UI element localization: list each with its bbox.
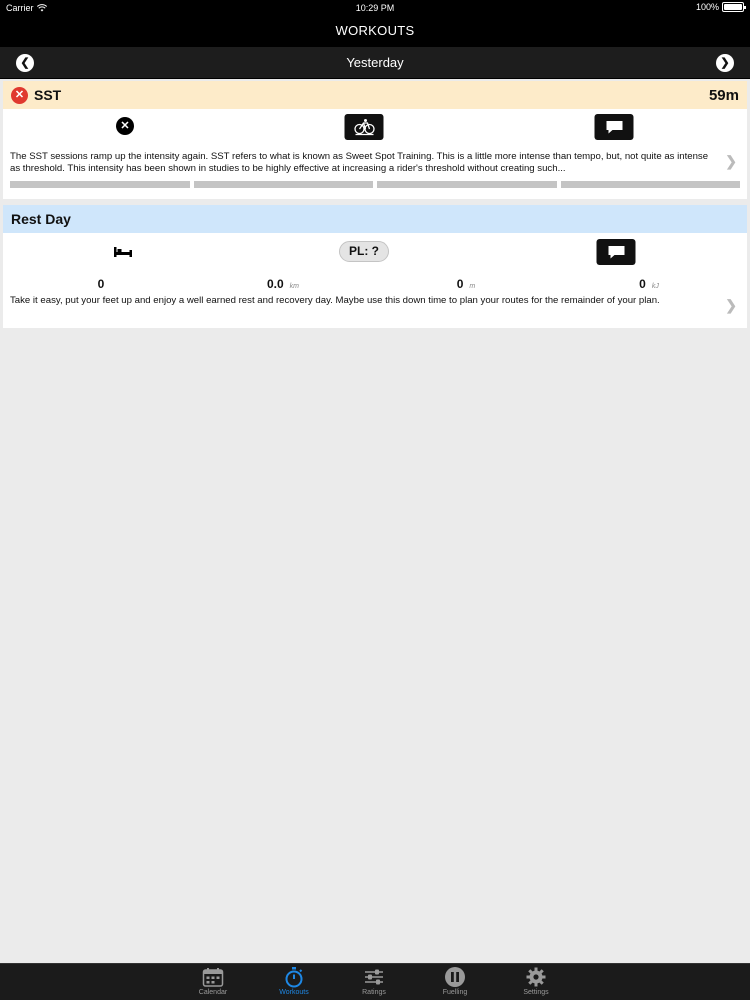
metric-value: 0 (97, 277, 105, 291)
intensity-zone-bars (10, 181, 740, 188)
pause-circle-icon (445, 967, 465, 987)
tab-settings[interactable]: Settings (506, 966, 566, 996)
workout-title: Rest Day (11, 211, 71, 227)
workout-card-sst[interactable]: ✕ SST 59m ✕ The SST sessions ramp up the… (3, 81, 747, 199)
calendar-icon (202, 968, 224, 987)
tab-label: Fuelling (442, 989, 468, 996)
page-title: WORKOUTS (0, 15, 750, 47)
battery-icon (722, 2, 746, 12)
gear-icon (526, 967, 546, 987)
day-label: Yesterday (346, 55, 404, 70)
bike-icon (344, 114, 384, 140)
workout-icon-row: PL: ? (3, 233, 747, 273)
tab-workouts[interactable]: Workouts (264, 966, 324, 996)
workout-comment-button[interactable] (596, 239, 636, 265)
workout-header: ✕ SST 59m (3, 81, 747, 109)
metric-energy: 0 kJ (639, 277, 659, 291)
metric-value: 0 (639, 277, 646, 291)
metric-elevation: 0m (457, 277, 476, 291)
tab-calendar[interactable]: Calendar (183, 966, 243, 996)
stopwatch-icon (285, 967, 303, 988)
zone-bar (377, 181, 557, 188)
tab-label: Calendar (198, 989, 228, 996)
workout-status-button[interactable]: ✕ (116, 117, 134, 135)
workout-description: Take it easy, put your feet up and enjoy… (10, 295, 660, 306)
missed-status-icon: ✕ (11, 86, 28, 104)
day-navigation: ❮ Yesterday ❯ (0, 47, 750, 79)
zone-bar (10, 181, 190, 188)
pl-rating-label: PL: ? (339, 241, 389, 262)
workout-icon-row: ✕ (3, 109, 747, 149)
rest-type-button[interactable] (113, 245, 133, 263)
workout-metrics: 0 0.0 km 0m 0 kJ (3, 277, 747, 291)
next-day-button[interactable]: ❯ (716, 54, 734, 72)
chevron-right-icon: ❯ (720, 57, 730, 69)
status-bar: Carrier 10:29 PM 100% (0, 0, 750, 15)
metric-unit: km (289, 283, 300, 290)
bed-icon (114, 247, 132, 257)
tab-label: Ratings (362, 989, 386, 996)
pl-rating-button[interactable]: PL: ? (339, 241, 389, 262)
zone-bar (193, 181, 373, 188)
zone-bar (560, 181, 740, 188)
close-circle-icon: ✕ (116, 117, 134, 135)
sliders-icon (365, 969, 383, 985)
battery-percent: 100% (695, 2, 719, 12)
workout-duration: 59m (708, 86, 739, 104)
tab-bar: Calendar Workouts Ratings Fuelling Setti… (0, 963, 750, 1000)
metric-duration: 0 (98, 277, 105, 291)
workout-card-rest-day[interactable]: Rest Day PL: ? 0 0.0 km 0 m 0 kJ Take it… (3, 205, 747, 328)
tab-ratings[interactable]: Ratings (344, 966, 404, 996)
workout-comment-button[interactable] (594, 114, 634, 140)
workout-type-button[interactable] (344, 114, 384, 140)
tab-label: Workouts (279, 989, 309, 996)
comment-icon (594, 114, 634, 140)
metric-unit: m (469, 283, 476, 290)
previous-day-button[interactable]: ❮ (16, 54, 34, 72)
workout-title: SST (34, 87, 62, 103)
chevron-right-icon[interactable]: ❯ (725, 153, 737, 170)
metric-unit: kJ (651, 283, 659, 290)
workout-header: Rest Day (3, 205, 747, 233)
status-time: 10:29 PM (355, 3, 395, 13)
tab-label: Settings (523, 989, 549, 996)
workout-description: The SST sessions ramp up the intensity a… (10, 151, 709, 174)
tab-fuelling[interactable]: Fuelling (425, 966, 485, 996)
battery-indicator: 100% (695, 2, 746, 12)
metric-distance: 0.0 km (267, 277, 299, 291)
chevron-left-icon: ❮ (20, 57, 30, 69)
comment-icon (596, 239, 636, 265)
metric-value: 0.0 (266, 277, 284, 291)
metric-value: 0 (456, 277, 464, 291)
chevron-right-icon[interactable]: ❯ (725, 297, 737, 314)
